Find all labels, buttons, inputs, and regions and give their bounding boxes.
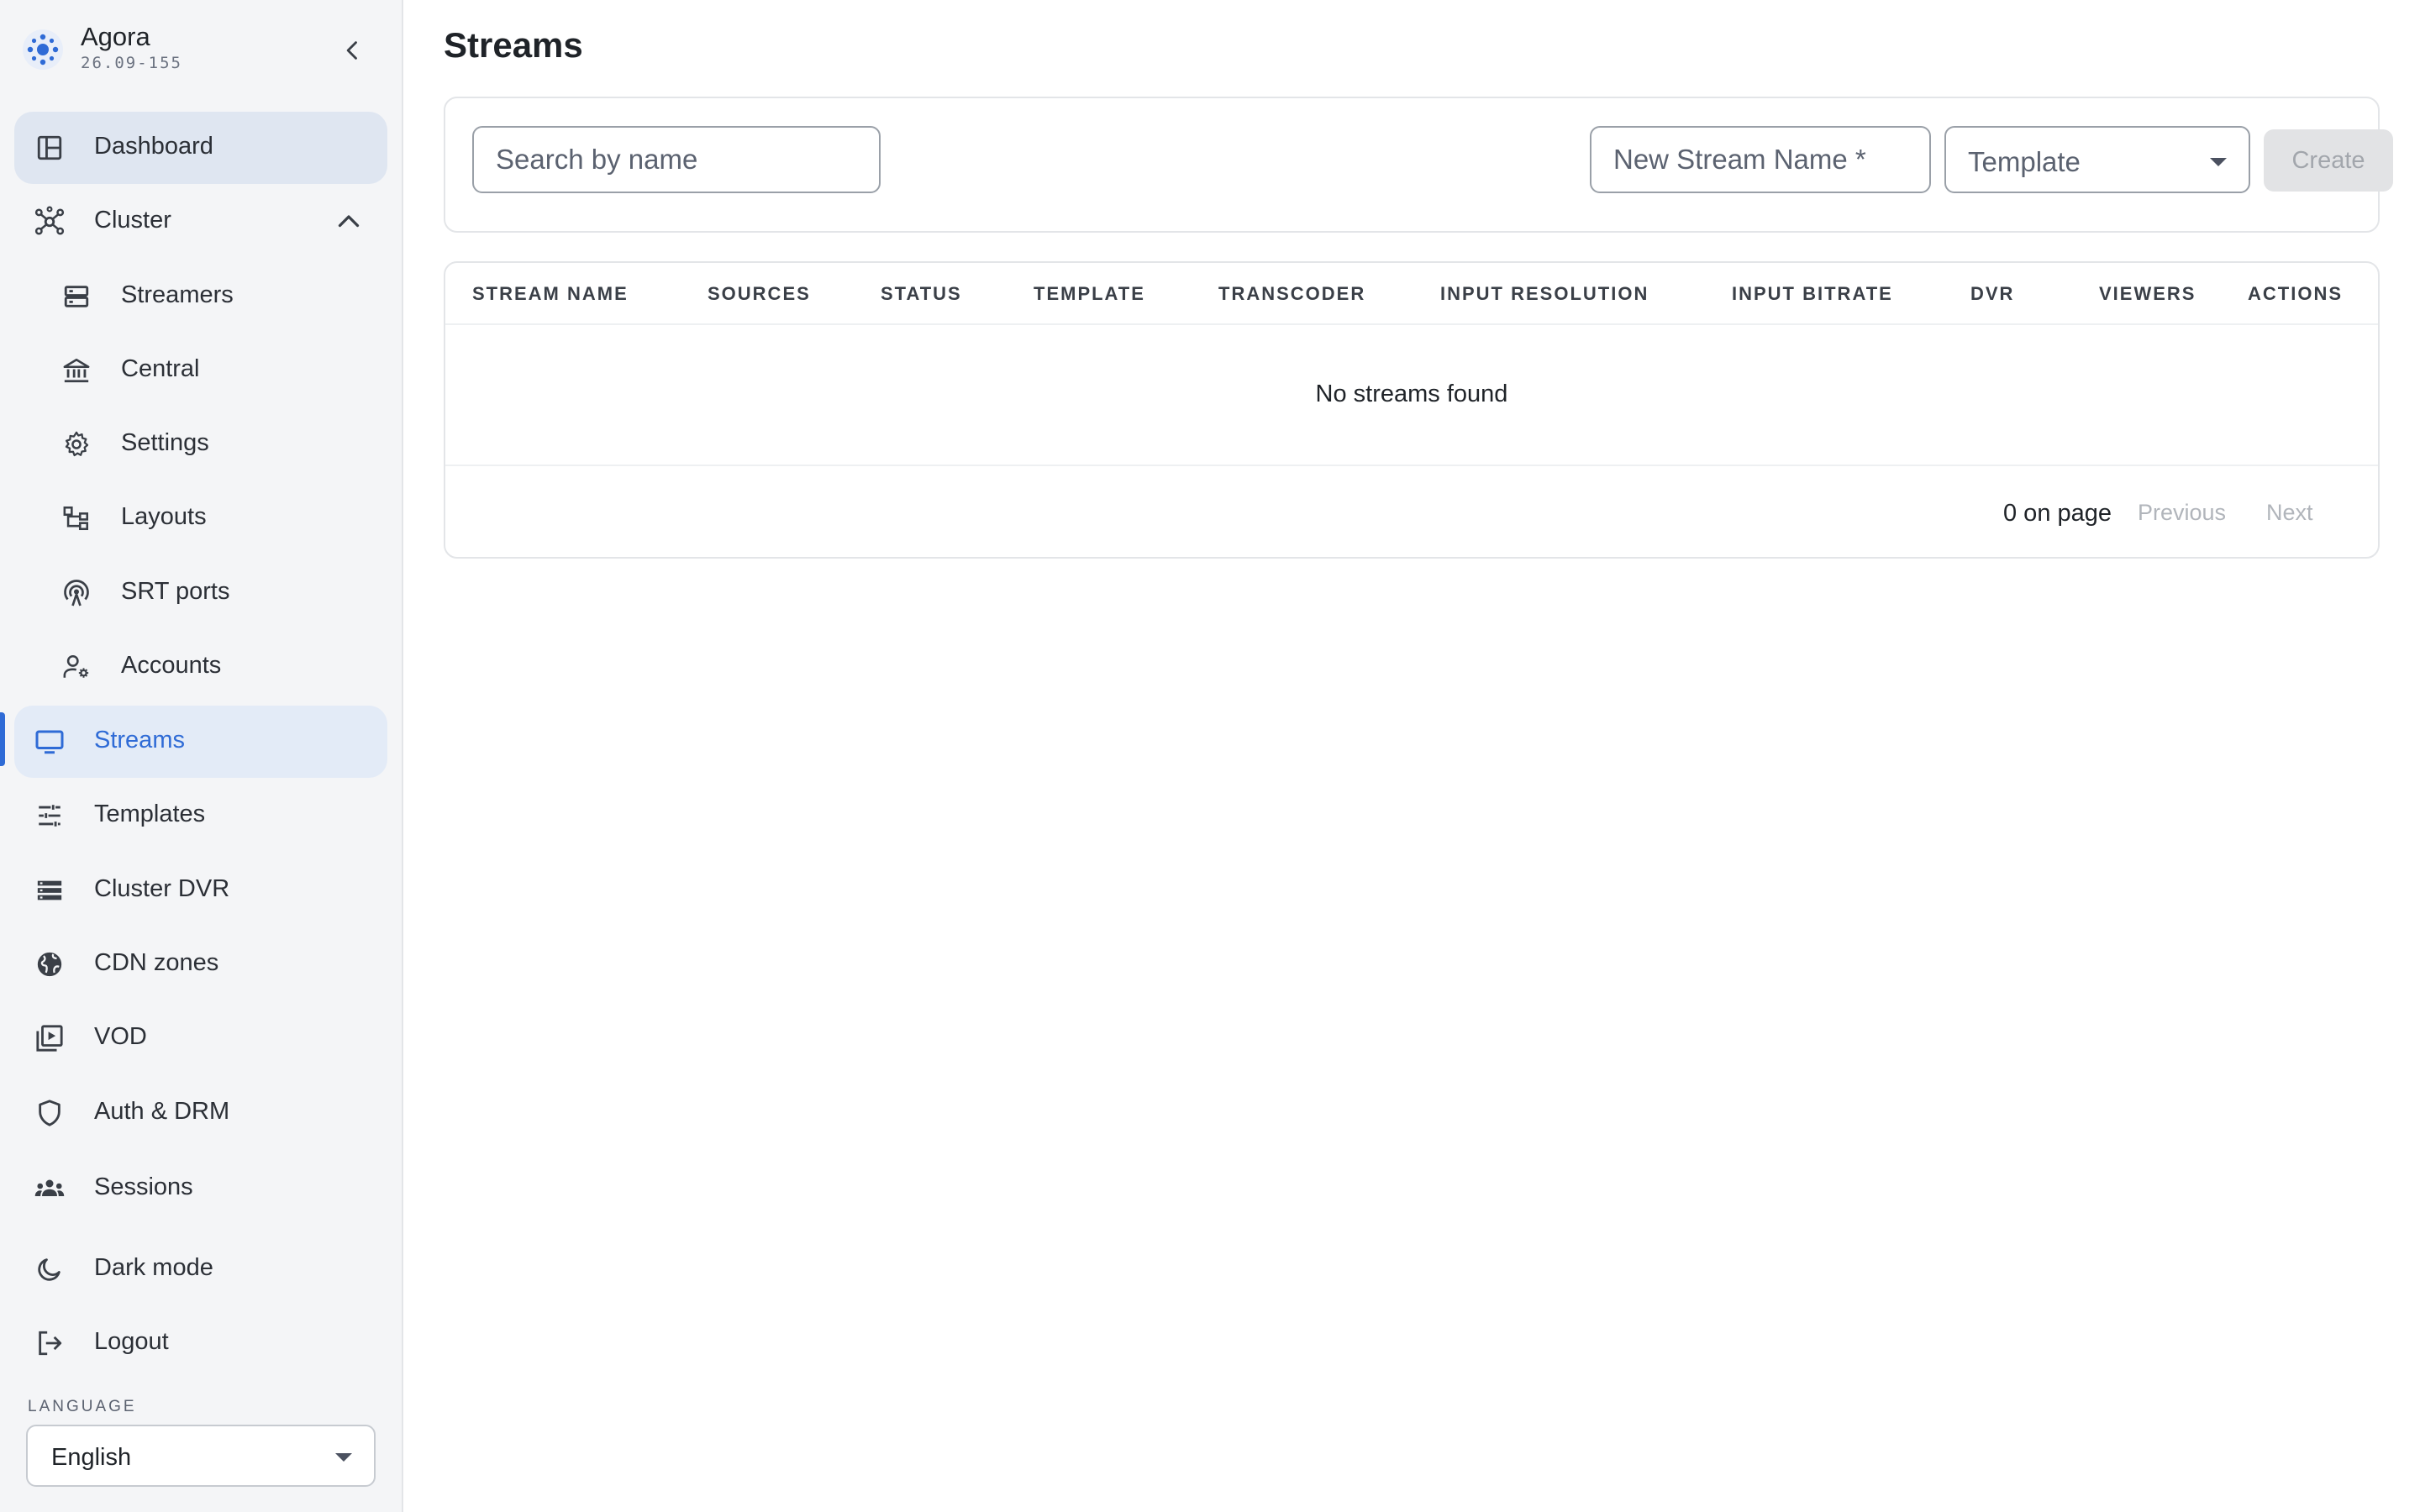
nav-layouts[interactable]: Layouts [14,482,387,554]
nav-streams[interactable]: Streams [14,706,387,778]
streams-table: STREAM NAME SOURCES STATUS TEMPLATE TRAN… [444,261,2380,559]
dashboard-icon [33,131,66,165]
caret-down-icon [2210,158,2227,166]
nav-cluster-label: Cluster [94,207,171,234]
nav-cdn-zones-label: CDN zones [94,949,219,976]
col-actions: ACTIONS [2248,283,2343,304]
cluster-icon [33,205,66,239]
globe-icon [33,948,66,981]
toolbar-card: Template Create [444,97,2393,233]
nav-sessions-label: Sessions [94,1173,193,1200]
nav-sessions[interactable]: Sessions [14,1152,387,1225]
nav-streamers[interactable]: Streamers [14,260,387,333]
nav-templates[interactable]: Templates [14,780,387,852]
dark-mode-toggle[interactable]: Dark mode [14,1233,387,1305]
nav-central-label: Central [121,355,200,382]
antenna-icon [60,576,93,610]
new-stream-name-input[interactable] [1590,126,1931,193]
nav-auth-drm-label: Auth & DRM [94,1098,230,1125]
logout-label: Logout [94,1328,169,1355]
nav-dashboard-label: Dashboard [94,133,213,160]
shield-icon [33,1096,66,1130]
video-library-icon [33,1021,66,1055]
search-input[interactable] [472,126,881,193]
brand-version: 26.09-155 [81,54,182,72]
caret-down-icon [335,1453,352,1462]
bank-icon [60,354,93,387]
col-input-bitrate[interactable]: INPUT BITRATE [1732,283,1893,305]
chevron-left-icon [346,41,357,60]
nav-cluster-dvr[interactable]: Cluster DVR [14,854,387,927]
brand: Agora 26.09-155 [20,20,390,79]
nav-cluster[interactable]: Cluster [14,186,387,258]
moon-icon [33,1252,66,1286]
page-count: 0 on page [2003,500,2112,527]
language-select[interactable]: English [26,1425,376,1487]
brand-name: Agora [81,22,150,51]
col-transcoder[interactable]: TRANSCODER [1218,283,1365,305]
empty-state-message: No streams found [1315,381,1508,407]
nav-vod-label: VOD [94,1023,147,1050]
selection-indicator [0,712,5,766]
nav-streams-label: Streams [94,727,185,753]
nav-auth-drm[interactable]: Auth & DRM [14,1077,387,1149]
dark-mode-label: Dark mode [94,1254,213,1281]
nav-cluster-dvr-label: Cluster DVR [94,875,230,902]
nav-accounts[interactable]: Accounts [14,631,387,703]
nav-central[interactable]: Central [14,334,387,407]
group-icon [33,1172,66,1205]
logout-icon [33,1326,66,1360]
col-sources[interactable]: SOURCES [708,283,811,305]
gear-icon [60,428,93,461]
col-viewers[interactable]: VIEWERS [2099,283,2196,305]
col-stream-name[interactable]: STREAM NAME [472,283,629,305]
collapse-sidebar-button[interactable] [336,34,370,67]
page-title: Streams [444,25,583,65]
nav-srt-ports-label: SRT ports [121,578,230,605]
user-gear-icon [60,650,93,684]
nav-dashboard[interactable]: Dashboard [14,112,387,184]
col-status[interactable]: STATUS [881,283,962,305]
nav-layouts-label: Layouts [121,503,207,530]
agora-logo-icon [23,29,63,70]
footer-divider [445,465,2378,466]
nav-srt-ports[interactable]: SRT ports [14,557,387,629]
col-dvr[interactable]: DVR [1970,283,2014,305]
chevron-up-icon[interactable] [334,207,364,237]
monitor-icon [33,725,66,759]
main-content: Streams Template Create STREAM NAME SOUR… [405,0,2420,1512]
template-select-placeholder: Template [1968,146,2081,177]
nav-settings-label: Settings [121,429,209,456]
create-button[interactable]: Create [2264,129,2393,192]
server-icon [60,280,93,313]
nav-cdn-zones[interactable]: CDN zones [14,928,387,1000]
storage-icon [33,874,66,907]
tune-icon [33,799,66,832]
col-input-resolution[interactable]: INPUT RESOLUTION [1440,283,1649,305]
header-divider [445,323,2378,325]
nav-templates-label: Templates [94,801,206,827]
previous-button[interactable]: Previous [2138,500,2226,526]
logout-button[interactable]: Logout [14,1307,387,1379]
nav-vod[interactable]: VOD [14,1002,387,1074]
nav-settings[interactable]: Settings [14,408,387,480]
nav-streamers-label: Streamers [121,281,234,308]
template-select[interactable]: Template [1944,126,2250,193]
layout-tree-icon [60,501,93,535]
language-label: LANGUAGE [28,1398,137,1415]
sidebar: Agora 26.09-155 Dashboard Cluster Stream… [0,0,403,1512]
language-value: English [51,1444,132,1471]
col-template[interactable]: TEMPLATE [1034,283,1145,305]
next-button[interactable]: Next [2266,500,2313,526]
nav-accounts-label: Accounts [121,652,222,679]
